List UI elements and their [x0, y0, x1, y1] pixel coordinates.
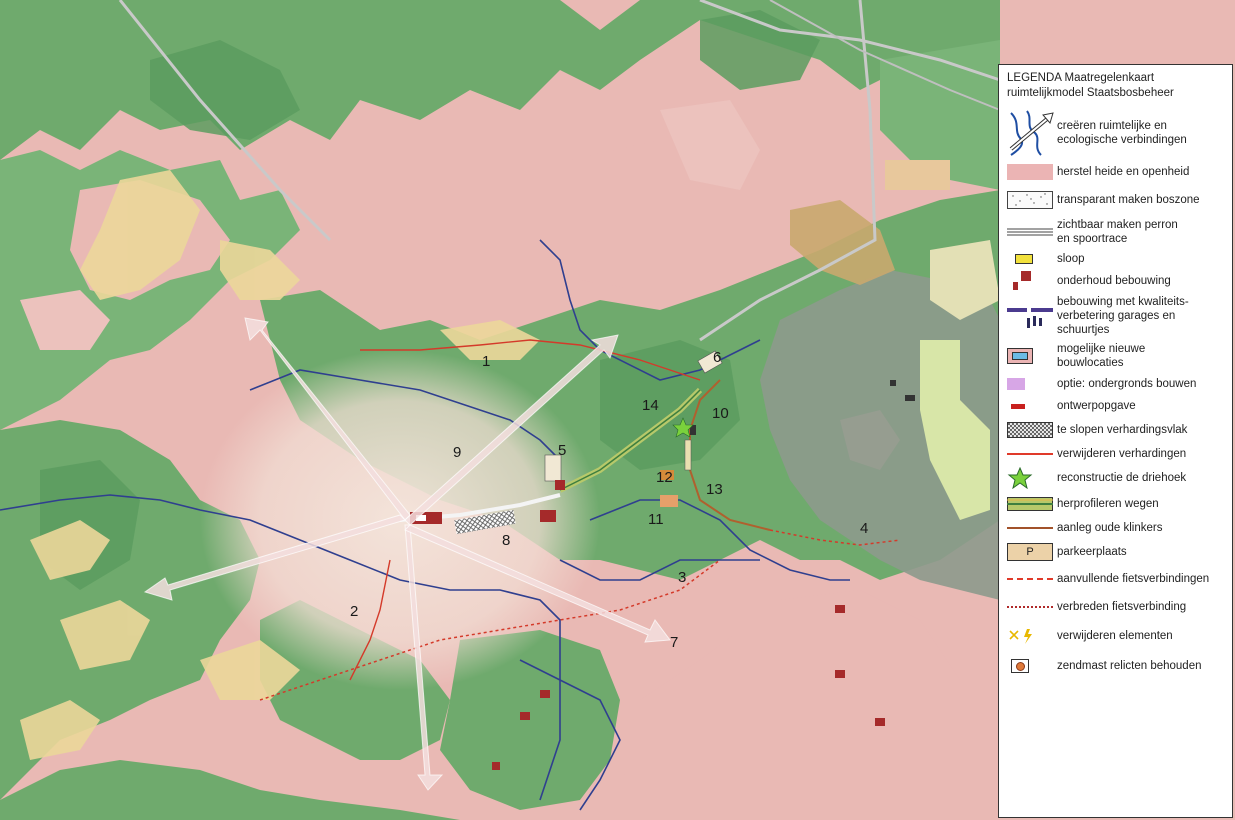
- legend-label-roads: herprofileren wegen: [1057, 498, 1159, 510]
- legend-title-line1: LEGENDA Maatregelenkaart: [1007, 72, 1155, 84]
- legend-title-line2: ruimtelijkmodel Staatsbosbeheer: [1007, 87, 1174, 99]
- dashed-red-line-icon: [1007, 578, 1053, 580]
- map-label-8: 8: [502, 532, 510, 549]
- legend-label-remove-paving: verwijderen verhardingen: [1057, 448, 1187, 460]
- cross-bolt-icon: [1009, 629, 1032, 644]
- legend-item-underground: optie: ondergronds bouwen: [1007, 373, 1226, 395]
- legend-item-heath: herstel heide en openheid: [1007, 159, 1226, 185]
- map-label-4: 4: [860, 520, 868, 537]
- red-bar-icon: [1011, 403, 1025, 409]
- legend-label-new-locations-1: mogelijke nieuwe: [1057, 343, 1146, 355]
- parking-icon: P: [1007, 543, 1053, 561]
- purple-buildings-icon: [1007, 308, 1053, 328]
- dotted-area-icon: [1007, 191, 1053, 209]
- legend-item-design: ontwerpopgave: [1007, 395, 1226, 417]
- legend-label-bike-extra: aanvullende fietsverbindingen: [1057, 573, 1210, 585]
- map-view[interactable]: 1 2 3 4 5 6 7 8 9 10 11 12 13 14 LEGENDA…: [0, 0, 1235, 820]
- mast-relic-icon: [1011, 659, 1029, 673]
- yellow-block-icon: [1015, 254, 1033, 264]
- legend-label-paving-demolish: te slopen verhardingsvlak: [1057, 424, 1188, 436]
- legend-item-maintain: onderhoud bebouwing: [1007, 269, 1226, 293]
- legend-item-bike-extra: aanvullende fietsverbindingen: [1007, 565, 1226, 593]
- legend-item-transparent: transparant maken boszone: [1007, 185, 1226, 215]
- legend-item-quality: bebouwing met kwaliteits-verbetering gar…: [1007, 293, 1226, 339]
- legend-label-heath: herstel heide en openheid: [1057, 166, 1190, 178]
- map-label-9: 9: [453, 444, 461, 461]
- blue-box-icon: [1007, 348, 1033, 364]
- legend-label-platform-1: zichtbaar maken perron: [1057, 219, 1178, 231]
- legend-label-maintain: onderhoud bebouwing: [1057, 275, 1171, 287]
- pink-area-icon: [1007, 164, 1053, 180]
- legend-item-bike-widen: verbreden fietsverbinding: [1007, 593, 1226, 621]
- legend-label-bike-widen: verbreden fietsverbinding: [1057, 601, 1187, 613]
- legend-label-quality-2: verbetering garages en: [1057, 310, 1176, 322]
- legend-label-remove-elements: verwijderen elementen: [1057, 630, 1173, 642]
- legend-label-cobbles: aanleg oude klinkers: [1057, 522, 1163, 534]
- legend-item-triangle: reconstructie de driehoek: [1007, 465, 1226, 491]
- map-label-5: 5: [558, 442, 566, 459]
- legend-label-transparent: transparant maken boszone: [1057, 194, 1200, 206]
- legend-title: LEGENDA Maatregelenkaart ruimtelijkmodel…: [1007, 71, 1226, 101]
- map-label-3: 3: [678, 569, 686, 586]
- red-line-icon: [1007, 453, 1053, 455]
- legend-item-platform: zichtbaar maken perron en spoortrace: [1007, 215, 1226, 249]
- map-label-1: 1: [482, 353, 490, 370]
- legend-item-remove-elements: verwijderen elementen: [1007, 621, 1226, 651]
- legend-item-new-locations: mogelijke nieuwe bouwlocaties: [1007, 339, 1226, 373]
- legend-label-platform-2: en spoortrace: [1057, 233, 1128, 245]
- legend-item-connections: creëren ruimtelijke en ecologische verbin…: [1007, 107, 1226, 159]
- red-buildings-icon: [1013, 271, 1031, 290]
- violet-box-icon: [1007, 378, 1025, 390]
- map-label-6: 6: [713, 349, 721, 366]
- map-label-11: 11: [648, 511, 664, 528]
- brown-line-icon: [1007, 527, 1053, 529]
- map-legend: LEGENDA Maatregelenkaart ruimtelijkmodel…: [998, 64, 1233, 818]
- legend-label-design: ontwerpopgave: [1057, 400, 1136, 412]
- road-profile-icon: [1007, 497, 1053, 511]
- map-label-7: 7: [670, 634, 678, 651]
- legend-item-demolish: sloop: [1007, 249, 1226, 269]
- legend-label-parking: parkeerplaats: [1057, 546, 1127, 558]
- legend-label-triangle: reconstructie de driehoek: [1057, 472, 1187, 484]
- legend-item-roads: herprofileren wegen: [1007, 491, 1226, 517]
- legend-item-cobbles: aanleg oude klinkers: [1007, 517, 1226, 539]
- legend-item-paving-demolish: te slopen verhardingsvlak: [1007, 417, 1226, 443]
- double-line-icon: [1007, 228, 1053, 236]
- arrow-river-icon: [1009, 110, 1054, 156]
- legend-label-mast: zendmast relicten behouden: [1057, 660, 1202, 672]
- legend-item-mast: zendmast relicten behouden: [1007, 651, 1226, 681]
- legend-label-connections-1: creëren ruimtelijke en: [1057, 120, 1167, 132]
- legend-label-underground: optie: ondergronds bouwen: [1057, 378, 1197, 390]
- legend-label-demolish: sloop: [1057, 253, 1085, 265]
- legend-label-quality-1: bebouwing met kwaliteits-: [1057, 296, 1189, 308]
- hatched-box-icon: [1007, 422, 1053, 438]
- map-label-2: 2: [350, 603, 358, 620]
- legend-item-remove-paving: verwijderen verhardingen: [1007, 443, 1226, 465]
- green-star-icon: [1007, 467, 1033, 489]
- legend-label-connections-2: ecologische verbindingen: [1057, 134, 1187, 146]
- map-label-10: 10: [712, 405, 729, 422]
- map-label-12: 12: [656, 469, 673, 486]
- legend-label-new-locations-2: bouwlocaties: [1057, 357, 1124, 369]
- legend-item-parking: P parkeerplaats: [1007, 539, 1226, 565]
- map-label-14: 14: [642, 397, 659, 414]
- legend-label-quality-3: schuurtjes: [1057, 324, 1110, 336]
- sand-band: [885, 160, 950, 190]
- dotted-red-line-icon: [1007, 606, 1053, 608]
- map-label-13: 13: [706, 481, 723, 498]
